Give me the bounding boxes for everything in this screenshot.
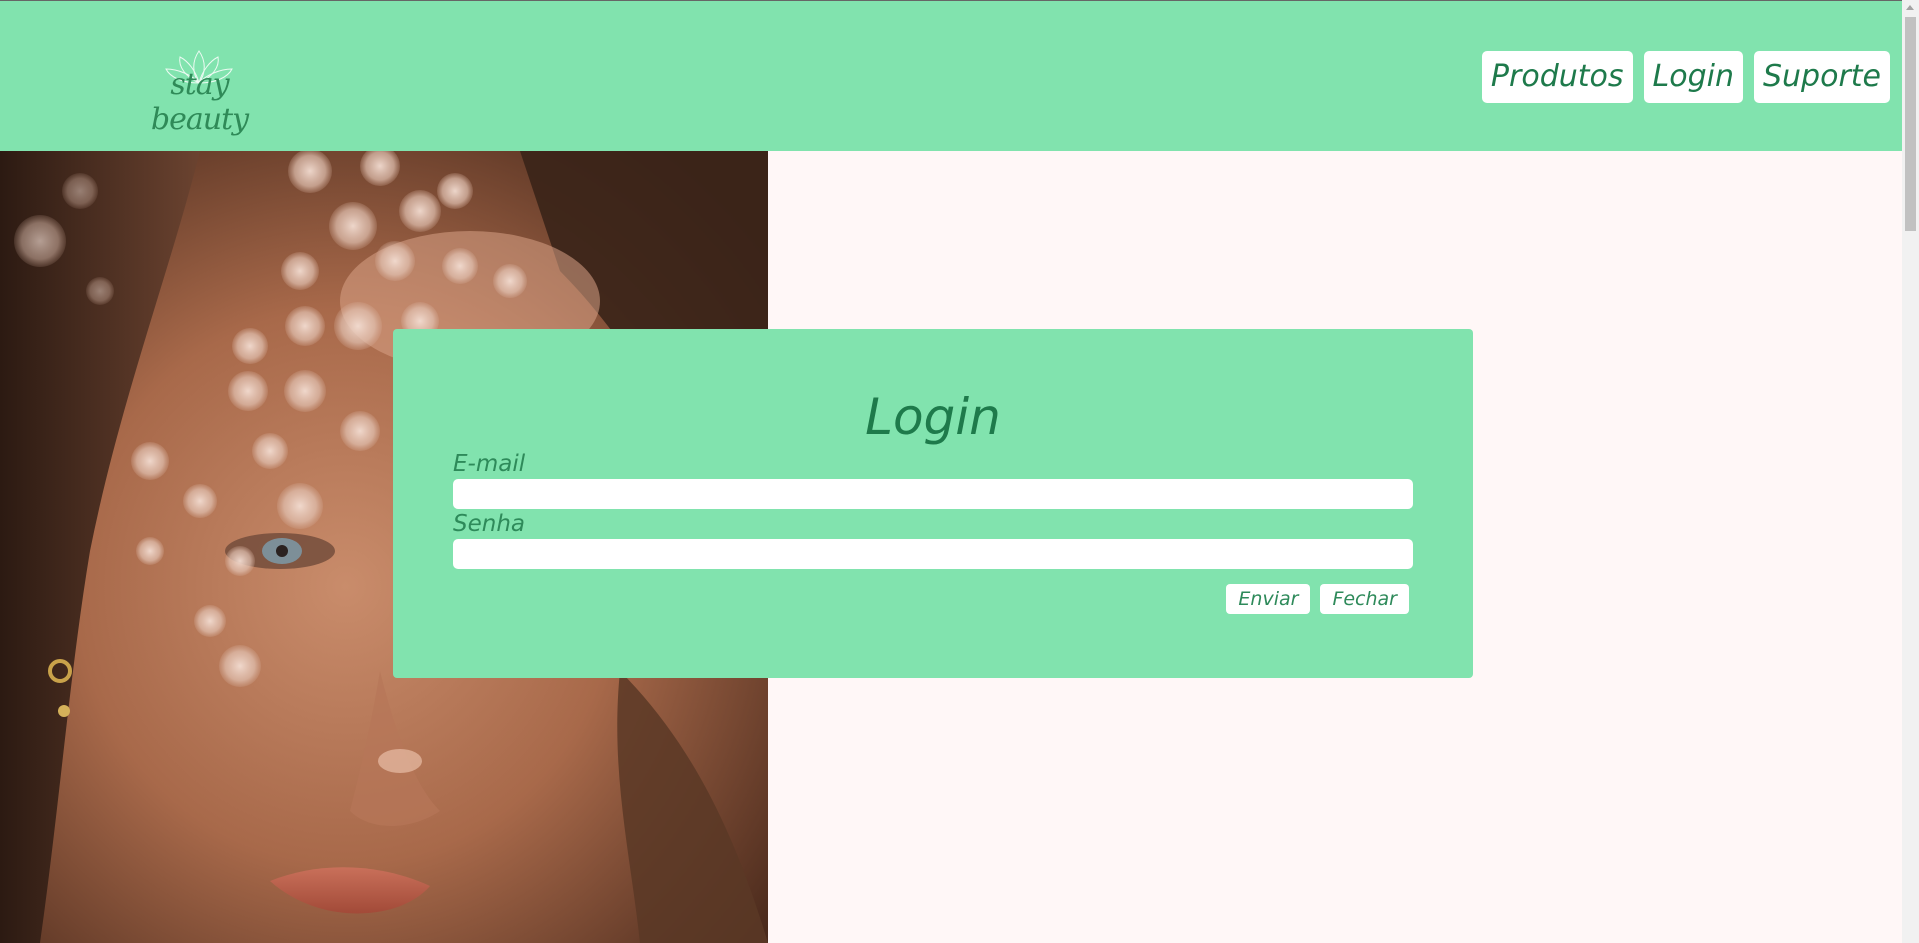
login-title: Login [865, 388, 1001, 446]
vertical-scrollbar[interactable] [1902, 0, 1919, 943]
modal-actions: Enviar Fechar [1226, 584, 1409, 614]
password-field[interactable] [453, 539, 1413, 569]
email-label: E-mail [453, 451, 526, 477]
nav-login-button[interactable]: Login [1643, 51, 1743, 103]
scroll-up-icon[interactable] [1906, 5, 1914, 10]
site-header: stay beauty Produtos Login Suporte [0, 0, 1902, 151]
nav-produtos-button[interactable]: Produtos [1481, 51, 1633, 103]
login-modal: Login E-mail Senha Enviar Fechar [393, 329, 1473, 678]
page: stay beauty Produtos Login Suporte Login… [0, 0, 1919, 943]
email-field[interactable] [453, 479, 1413, 509]
scrollbar-thumb[interactable] [1905, 17, 1916, 231]
close-button[interactable]: Fechar [1320, 584, 1409, 614]
submit-button[interactable]: Enviar [1226, 584, 1311, 614]
logo-wordmark: stay beauty [150, 67, 249, 137]
nav-suporte-button[interactable]: Suporte [1753, 51, 1890, 103]
brand-logo[interactable]: stay beauty [122, 41, 277, 137]
main-nav: Produtos Login Suporte [1481, 51, 1890, 103]
password-label: Senha [453, 511, 525, 537]
